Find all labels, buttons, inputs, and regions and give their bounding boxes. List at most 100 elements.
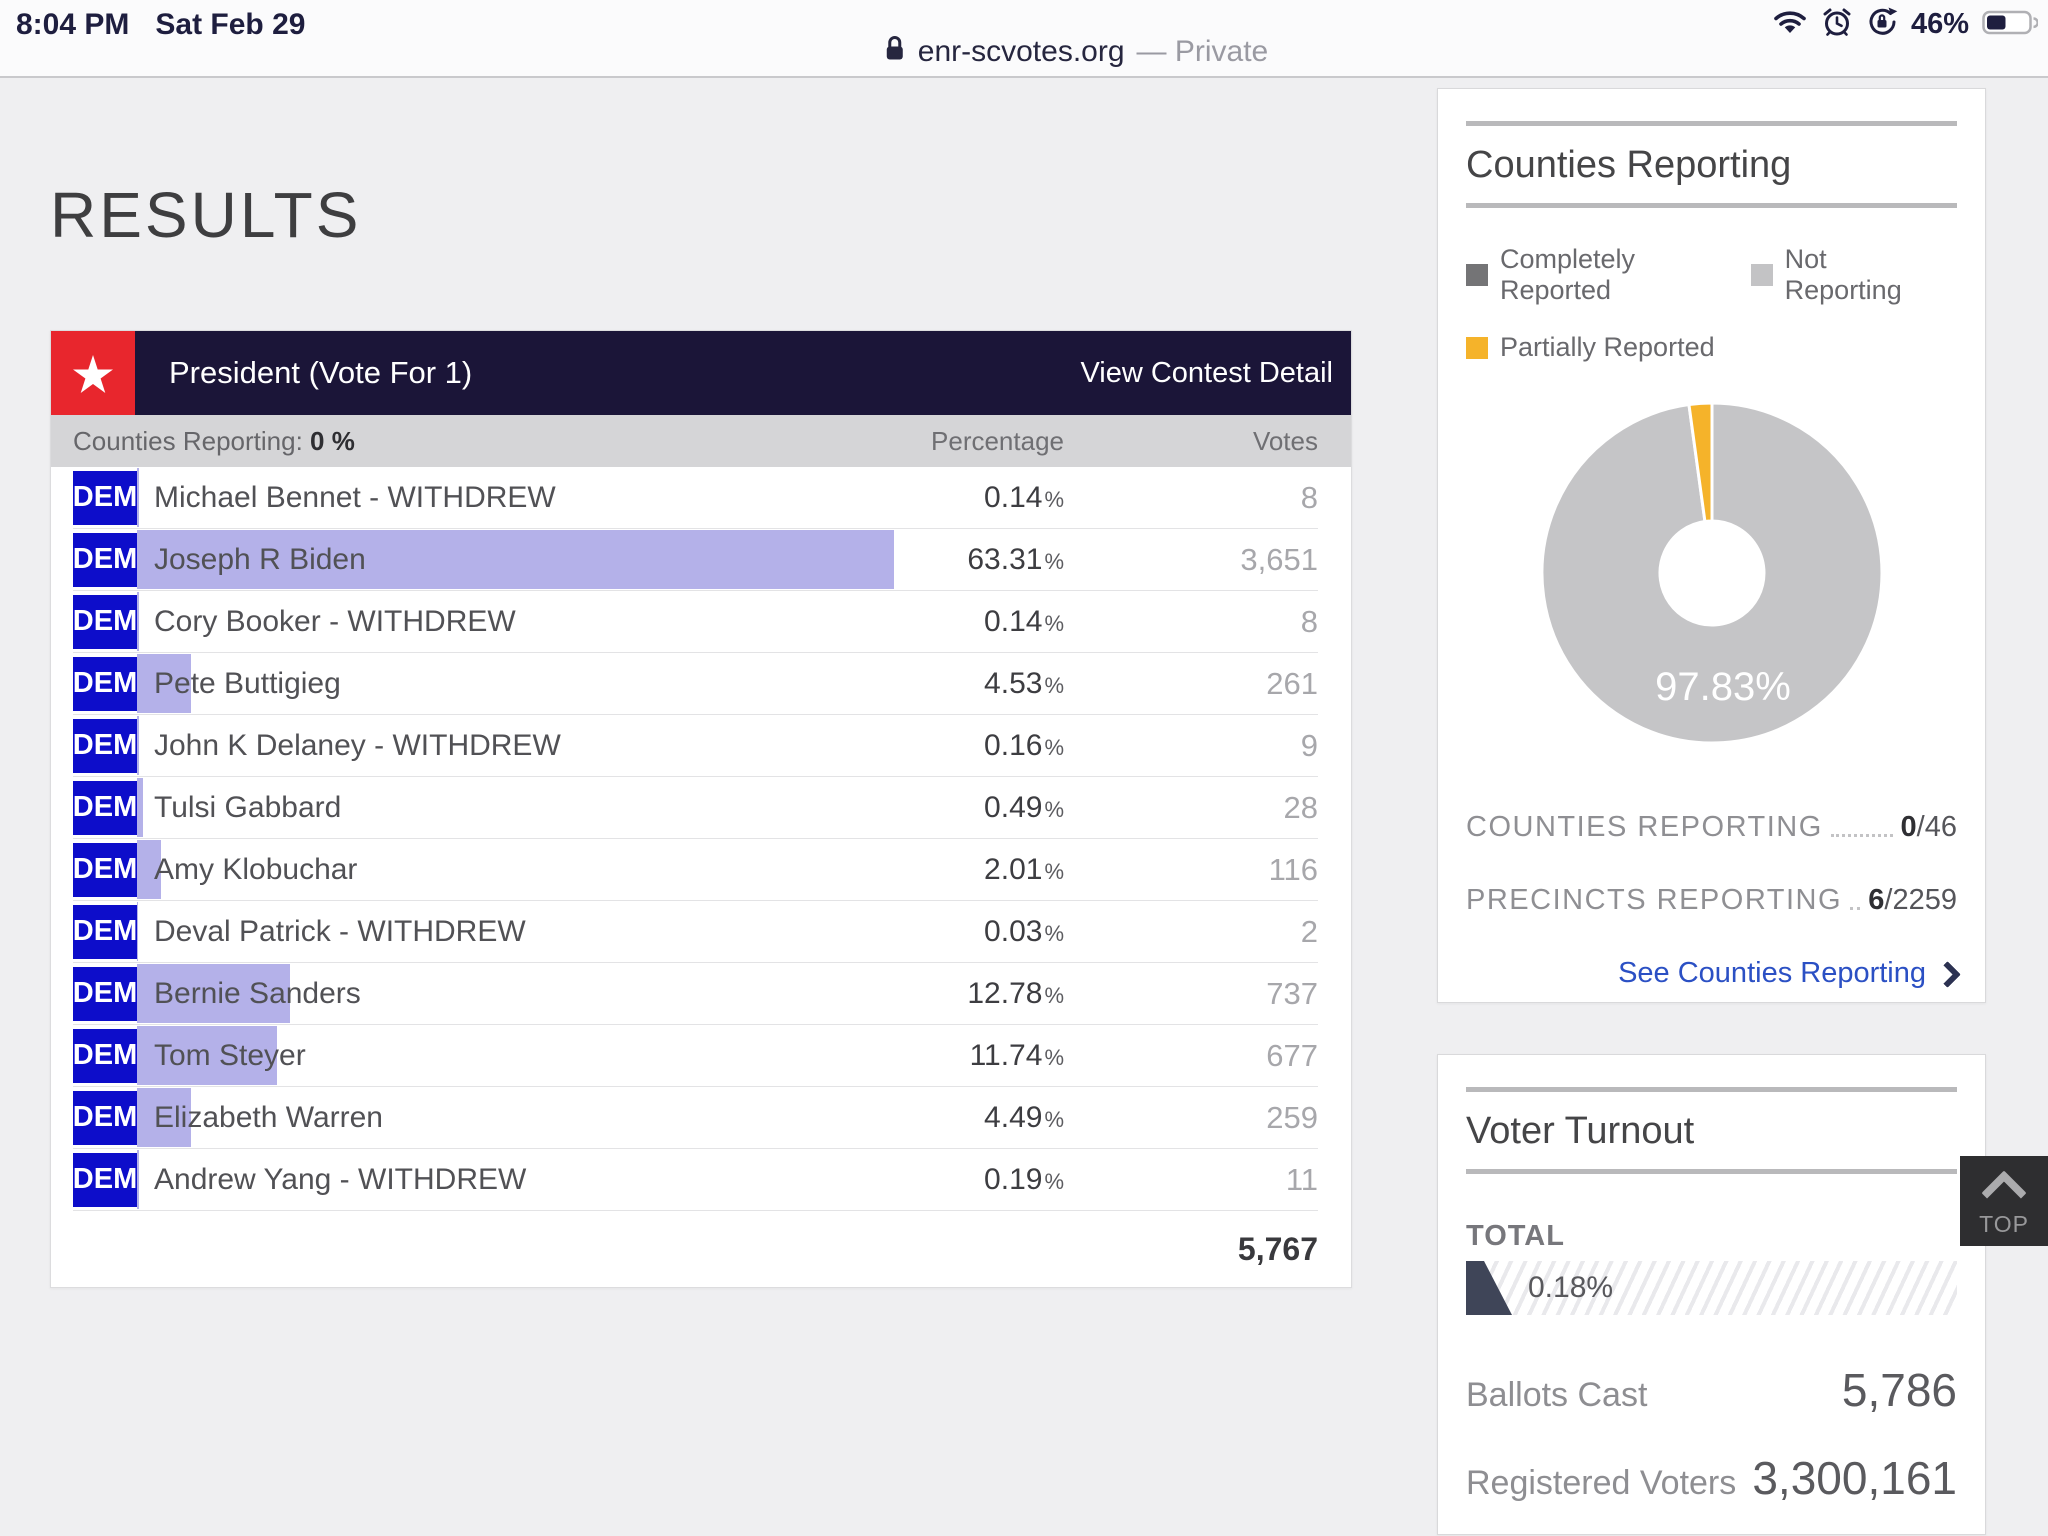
table-row: DEM Joseph R Biden 63.31% 3,651 (73, 529, 1318, 591)
lock-icon (884, 34, 906, 70)
table-row: DEM Elizabeth Warren 4.49% 259 (73, 1087, 1318, 1149)
see-counties-reporting-link[interactable]: See Counties Reporting (1466, 957, 1957, 990)
status-time: 8:04 PM (16, 8, 129, 41)
candidate-name: Andrew Yang - WITHDREW (137, 1163, 844, 1197)
chevron-right-icon (1934, 961, 1961, 988)
stat-label: COUNTIES REPORTING (1466, 811, 1823, 844)
legend-label: Not Reporting (1785, 244, 1931, 306)
status-time-date: 8:04 PMSat Feb 29 (16, 8, 305, 42)
table-row: DEM Andrew Yang - WITHDREW 0.19% 11 (73, 1149, 1318, 1211)
percent-sign: % (1044, 921, 1064, 946)
percentage-value: 12.78 (967, 977, 1042, 1010)
legend-item-completely-reported: Completely Reported (1466, 244, 1725, 306)
party-badge: DEM (73, 1153, 137, 1207)
page-title: RESULTS (50, 178, 361, 252)
percent-sign: % (1044, 859, 1064, 884)
contest-card: President (Vote For 1) View Contest Deta… (50, 330, 1352, 1288)
percentage-value: 4.53 (984, 667, 1042, 700)
contest-title: President (Vote For 1) (135, 331, 1080, 415)
alarm-icon (1821, 6, 1853, 43)
column-header-percentage: Percentage (844, 426, 1064, 457)
votes-value: 259 (1064, 1100, 1318, 1136)
counties-reporting-card: Counties Reporting Completely Reported N… (1437, 88, 1986, 1003)
url-text: enr-scvotes.org (918, 35, 1125, 69)
total-row: 5,767 (51, 1211, 1351, 1287)
party-badge: DEM (73, 471, 137, 525)
votes-value: 3,651 (1064, 542, 1318, 578)
battery-icon (1982, 8, 2038, 42)
candidate-name: Deval Patrick - WITHDREW (137, 915, 844, 949)
percent-sign: % (1044, 735, 1064, 760)
party-badge: DEM (73, 905, 137, 959)
legend-item-not-reporting: Not Reporting (1751, 244, 1931, 306)
percentage-cell: 0.03% (844, 915, 1064, 949)
party-badge: DEM (73, 1029, 137, 1083)
stat-numerator: 6 (1868, 884, 1884, 916)
browser-chrome: 8:04 PMSat Feb 29 enr-scvotes.org — Priv… (0, 0, 2048, 78)
legend-swatch-partially-reported (1466, 337, 1488, 359)
star-icon (51, 331, 135, 415)
percentage-cell: 0.49% (844, 791, 1064, 825)
percentage-cell: 12.78% (844, 977, 1064, 1011)
registered-voters-row: Registered Voters 3,300,161 (1466, 1451, 1957, 1505)
status-icons: 46% (1772, 6, 2038, 43)
counties-reporting-stat: COUNTIES REPORTING 0/46 (1466, 811, 1957, 844)
ballots-cast-row: Ballots Cast 5,786 (1466, 1363, 1957, 1417)
ballots-cast-label: Ballots Cast (1466, 1376, 1647, 1415)
scroll-to-top-button[interactable]: TOP (1960, 1156, 2048, 1246)
contest-header: President (Vote For 1) View Contest Deta… (51, 331, 1351, 415)
percentage-cell: 0.16% (844, 729, 1064, 763)
candidate-name: Bernie Sanders (137, 977, 844, 1011)
votes-value: 261 (1064, 666, 1318, 702)
percentage-value: 63.31 (967, 543, 1042, 576)
votes-value: 28 (1064, 790, 1318, 826)
percentage-value: 11.74 (970, 1039, 1043, 1072)
registered-voters-value: 3,300,161 (1752, 1451, 1957, 1505)
table-row: DEM Michael Bennet - WITHDREW 0.14% 8 (73, 467, 1318, 529)
precincts-reporting-stat: PRECINCTS REPORTING 6/2259 (1466, 884, 1957, 917)
party-badge: DEM (73, 533, 137, 587)
legend-row: Completely Reported Not Reporting (1466, 244, 1957, 306)
percentage-cell: 63.31% (844, 543, 1064, 577)
votes-value: 11 (1064, 1162, 1318, 1198)
table-row: DEM Tom Steyer 11.74% 677 (73, 1025, 1318, 1087)
battery-percentage: 46% (1911, 8, 1969, 41)
percentage-value: 0.14 (984, 605, 1042, 638)
donut-center-label: 97.83% (1655, 665, 1791, 709)
stat-denominator: /46 (1917, 811, 1957, 843)
contest-subheader: Counties Reporting: 0 % Percentage Votes (51, 415, 1351, 467)
votes-value: 9 (1064, 728, 1318, 764)
percentage-cell: 0.14% (844, 605, 1064, 639)
percentage-cell: 4.49% (844, 1101, 1064, 1135)
donut-legend: Completely Reported Not Reporting Partia… (1466, 244, 1957, 363)
percentage-cell: 11.74% (844, 1039, 1064, 1073)
percentage-cell: 0.14% (844, 481, 1064, 515)
party-badge: DEM (73, 967, 137, 1021)
candidate-name: Elizabeth Warren (137, 1101, 844, 1135)
party-badge: DEM (73, 781, 137, 835)
percent-sign: % (1044, 1107, 1064, 1132)
privacy-label: — Private (1137, 35, 1269, 69)
counties-reporting-summary: Counties Reporting: 0 % (73, 426, 844, 457)
counties-reporting-label: Counties Reporting: (73, 426, 303, 456)
view-contest-detail-link[interactable]: View Contest Detail (1080, 331, 1351, 415)
wifi-icon (1772, 8, 1808, 41)
counties-donut-chart: 97.83% (1536, 397, 1888, 749)
percent-sign: % (1044, 487, 1064, 512)
table-row: DEM John K Delaney - WITHDREW 0.16% 9 (73, 715, 1318, 777)
percentage-value: 0.49 (984, 791, 1042, 824)
address-bar[interactable]: enr-scvotes.org — Private (884, 34, 1268, 70)
turnout-progress-bar: 0.18% (1466, 1261, 1957, 1315)
percent-sign: % (1044, 611, 1064, 636)
candidate-name: Pete Buttigieg (137, 667, 844, 701)
rotation-lock-icon (1866, 6, 1898, 43)
table-row: DEM Cory Booker - WITHDREW 0.14% 8 (73, 591, 1318, 653)
party-badge: DEM (73, 595, 137, 649)
votes-value: 737 (1064, 976, 1318, 1012)
column-header-votes: Votes (1064, 426, 1318, 457)
percentage-value: 0.19 (984, 1163, 1042, 1196)
legend-swatch-not-reporting (1751, 264, 1773, 286)
divider (1466, 203, 1957, 208)
divider (1466, 1087, 1957, 1092)
counties-reporting-value: 0 % (310, 426, 355, 456)
